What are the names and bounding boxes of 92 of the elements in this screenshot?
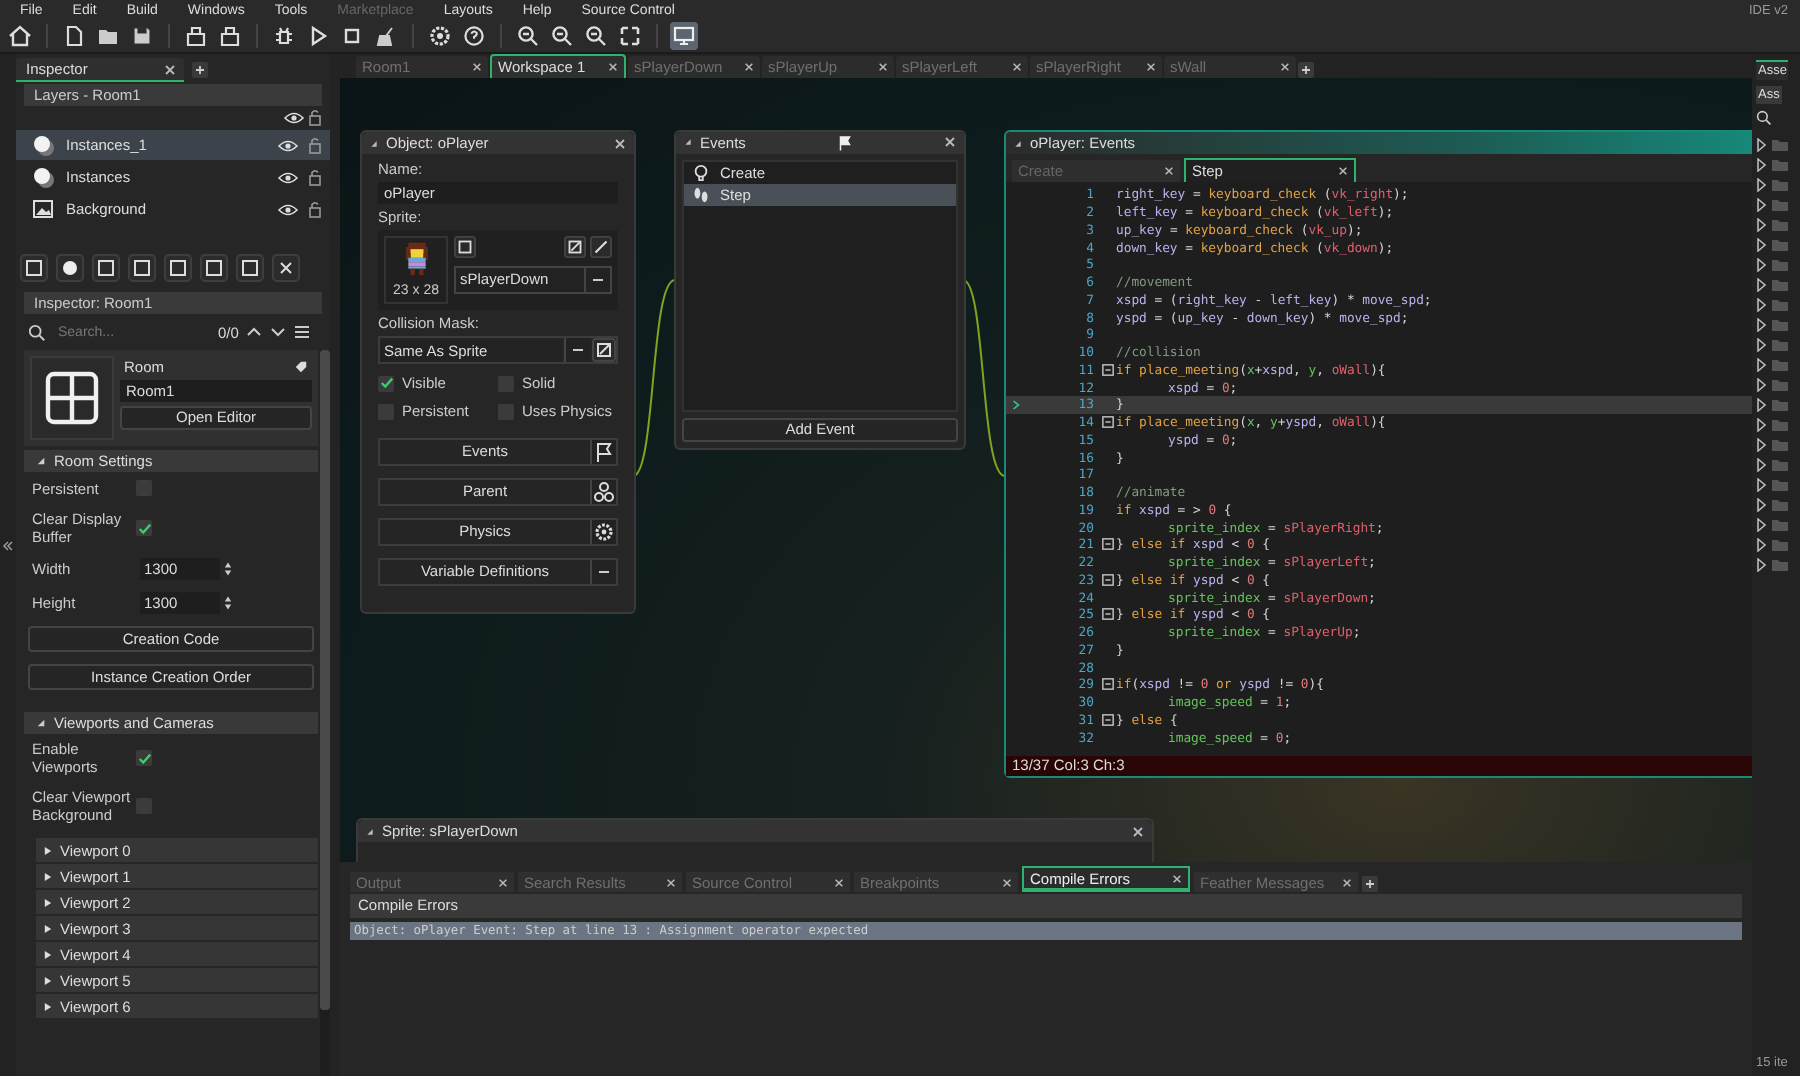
add-tab-icon[interactable] [1362, 876, 1378, 892]
fold-icon[interactable] [1101, 678, 1113, 691]
close-icon[interactable] [744, 62, 754, 72]
collapsed-icon [44, 923, 52, 933]
close-icon[interactable] [1002, 877, 1012, 887]
previous-icon[interactable] [246, 324, 263, 340]
lock-icon[interactable] [308, 200, 322, 218]
fold-icon[interactable] [1101, 573, 1113, 586]
fold-icon[interactable] [1101, 416, 1113, 429]
menu-icon[interactable] [294, 324, 311, 340]
package-icon[interactable] [216, 22, 244, 50]
add-tab-icon[interactable] [1298, 62, 1314, 78]
visibility-icon[interactable] [278, 139, 298, 151]
flag-icon[interactable] [590, 440, 616, 464]
fold-icon[interactable] [1101, 608, 1113, 621]
visibility-icon[interactable] [278, 203, 298, 215]
checkbox[interactable] [136, 750, 152, 766]
close-icon[interactable] [666, 877, 676, 887]
add-tab-icon[interactable] [191, 61, 208, 77]
checkbox[interactable] [136, 520, 152, 536]
collapsed-icon [44, 1001, 52, 1011]
lock-icon[interactable] [308, 136, 322, 154]
collapsed-icon [44, 975, 52, 985]
close-icon[interactable] [1280, 62, 1290, 72]
spinner-icon[interactable] [224, 560, 232, 578]
flag-icon[interactable] [835, 133, 854, 152]
collapse-icon[interactable] [2, 539, 14, 551]
scrollbar-thumb[interactable] [320, 350, 330, 1010]
close-icon[interactable] [163, 63, 176, 75]
image-icon [32, 197, 56, 221]
fold-icon[interactable] [1101, 538, 1113, 551]
close-icon[interactable] [878, 62, 888, 72]
expanded-icon [36, 456, 46, 466]
lock-icon[interactable] [308, 168, 322, 186]
close-icon[interactable] [614, 137, 626, 149]
footprints-icon [692, 185, 710, 204]
checkbox[interactable] [378, 375, 394, 391]
save-icon[interactable] [128, 22, 156, 50]
hierarchy-icon[interactable] [590, 480, 616, 504]
fold-icon[interactable] [1101, 713, 1113, 726]
close-icon[interactable] [834, 877, 844, 887]
home-icon[interactable] [6, 22, 34, 50]
collapsed-icon [44, 949, 52, 959]
room-icon [30, 356, 114, 440]
instances-icon [32, 165, 56, 189]
close-icon[interactable] [1164, 166, 1174, 176]
collapse-icon[interactable] [370, 139, 378, 147]
close-icon[interactable] [1146, 62, 1156, 72]
close-icon[interactable] [1342, 877, 1352, 887]
brush-icon[interactable] [590, 236, 612, 258]
zoom-out-icon[interactable] [514, 22, 542, 50]
monitor-icon[interactable] [670, 22, 698, 50]
lightbulb-icon [692, 163, 710, 182]
close-icon[interactable] [498, 877, 508, 887]
help-icon[interactable] [460, 22, 488, 50]
search-icon [28, 323, 46, 341]
close-icon[interactable] [608, 62, 618, 72]
expanded-icon [36, 718, 46, 728]
caret-icon [1012, 399, 1020, 410]
tag-icon[interactable] [294, 359, 308, 373]
fit-icon[interactable] [616, 22, 644, 50]
collapsed-icon [44, 897, 52, 907]
collapse-icon[interactable] [366, 827, 374, 835]
sprite-drawing [403, 242, 429, 278]
search-icon [1756, 110, 1772, 126]
collapse-icon[interactable] [1014, 139, 1022, 147]
more-icon[interactable] [590, 560, 616, 584]
lock-icon[interactable] [308, 108, 322, 126]
edit-icon[interactable] [564, 236, 586, 258]
visibility-icon[interactable] [284, 111, 304, 123]
export-icon[interactable] [182, 22, 210, 50]
close-icon[interactable] [1338, 166, 1348, 176]
image-layer-icon[interactable] [20, 254, 48, 282]
visibility-icon[interactable] [278, 171, 298, 183]
close-icon[interactable] [1132, 825, 1144, 837]
settings-icon[interactable] [590, 520, 616, 544]
close-icon[interactable] [472, 62, 482, 72]
delete-icon[interactable] [272, 254, 300, 282]
instances-icon [32, 133, 56, 157]
collapsed-icon [44, 871, 52, 881]
close-icon[interactable] [1012, 62, 1022, 72]
settings-icon[interactable] [426, 22, 454, 50]
next-icon[interactable] [270, 324, 287, 340]
fold-icon[interactable] [1101, 363, 1113, 376]
bug-icon[interactable] [270, 22, 298, 50]
new-sprite-icon[interactable] [454, 236, 476, 258]
close-icon[interactable] [944, 136, 956, 149]
close-icon[interactable] [1172, 873, 1182, 883]
collapsed-icon [44, 845, 52, 855]
instance-layer-icon[interactable] [56, 254, 84, 282]
spinner-icon[interactable] [224, 594, 232, 612]
collapse-icon[interactable] [684, 138, 692, 147]
